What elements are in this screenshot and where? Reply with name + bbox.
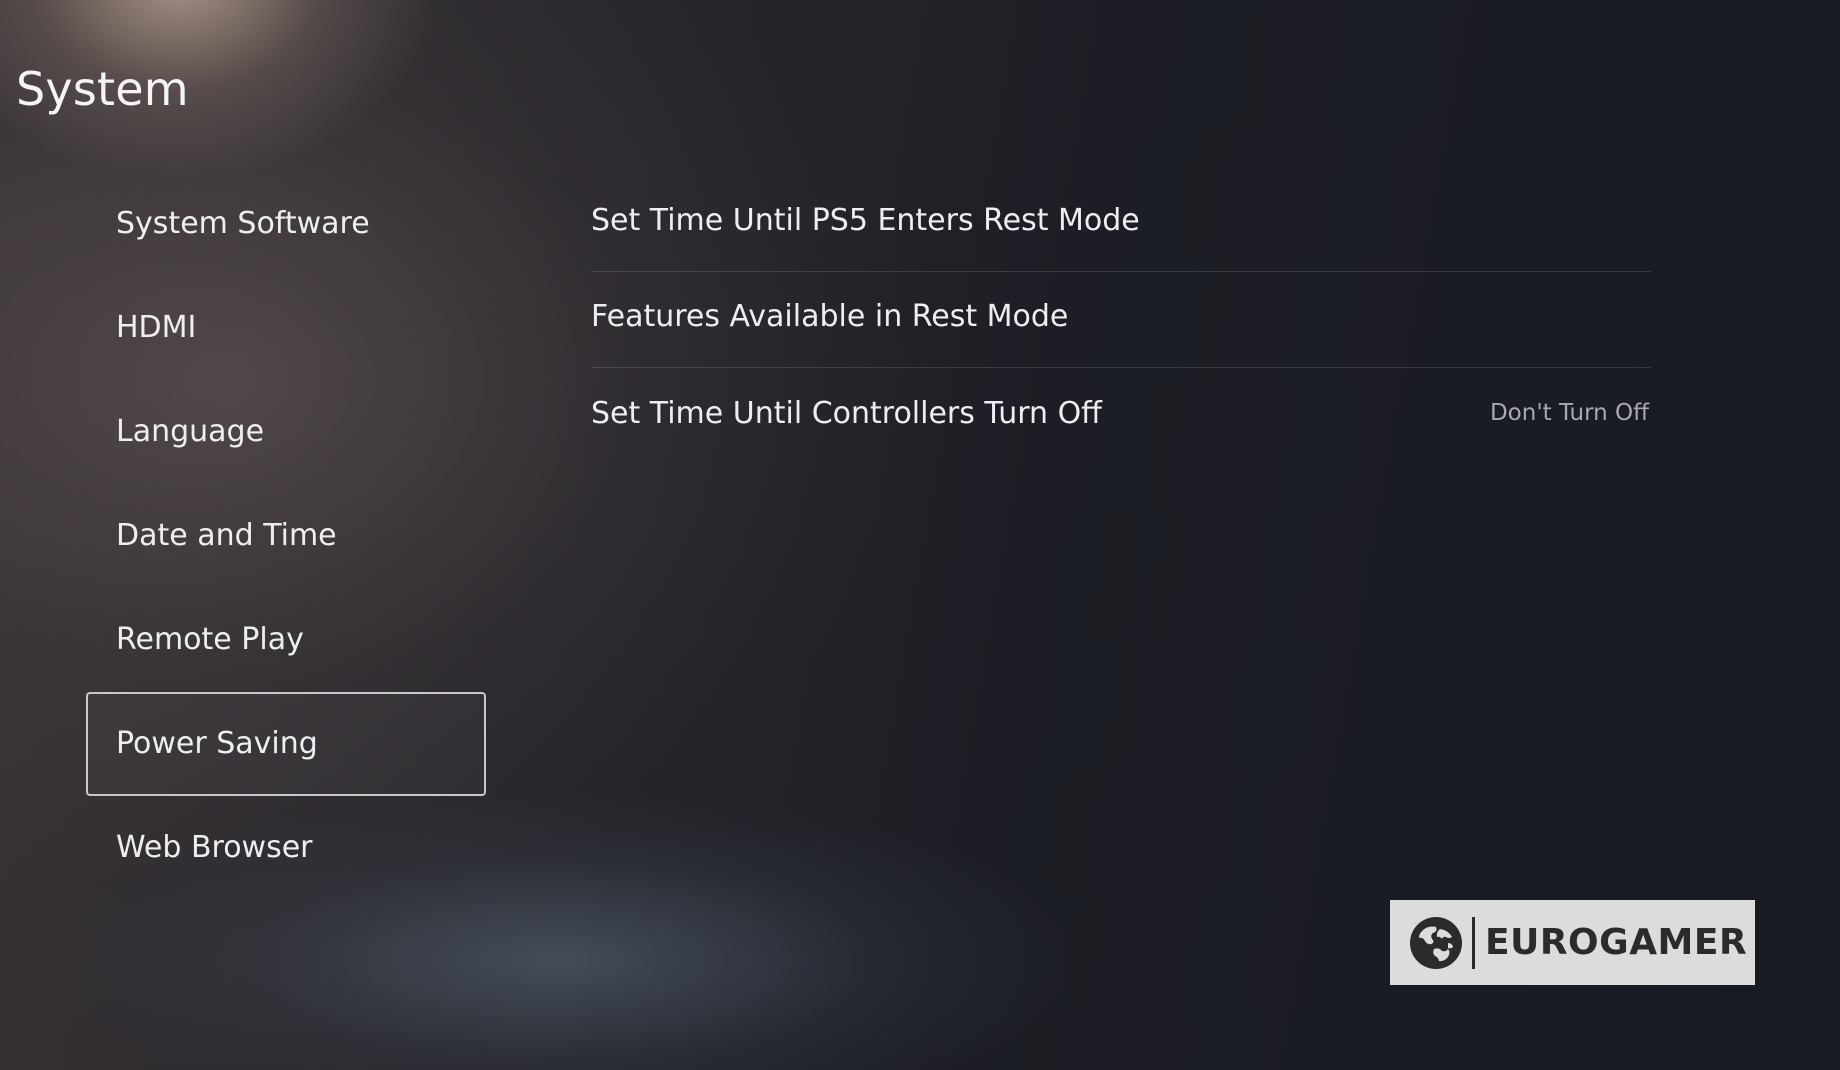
page-title: System	[16, 62, 189, 116]
sidebar-item-web-browser[interactable]: Web Browser	[86, 796, 486, 900]
setting-controllers-turn-off[interactable]: Set Time Until Controllers Turn Off Don'…	[591, 368, 1651, 464]
sidebar-item-language[interactable]: Language	[86, 380, 486, 484]
watermark-divider	[1472, 916, 1475, 969]
sidebar-item-hdmi[interactable]: HDMI	[86, 276, 486, 380]
setting-rest-mode-time[interactable]: Set Time Until PS5 Enters Rest Mode	[591, 176, 1651, 272]
setting-rest-mode-features[interactable]: Features Available in Rest Mode	[591, 272, 1651, 368]
sidebar-item-date-and-time[interactable]: Date and Time	[86, 484, 486, 588]
setting-value: Don't Turn Off	[1489, 400, 1649, 426]
watermark-text: EUROGAMER	[1485, 922, 1748, 963]
sidebar: System Software HDMI Language Date and T…	[86, 172, 486, 900]
sidebar-item-power-saving[interactable]: Power Saving	[86, 692, 486, 796]
setting-label: Features Available in Rest Mode	[591, 299, 1069, 334]
setting-label: Set Time Until Controllers Turn Off	[591, 395, 1102, 431]
sidebar-item-remote-play[interactable]: Remote Play	[86, 588, 486, 692]
setting-label: Set Time Until PS5 Enters Rest Mode	[591, 203, 1140, 238]
sidebar-item-system-software[interactable]: System Software	[86, 172, 486, 276]
globe-icon	[1410, 916, 1462, 969]
settings-list: Set Time Until PS5 Enters Rest Mode Feat…	[591, 176, 1651, 464]
eurogamer-watermark: EUROGAMER	[1390, 900, 1755, 985]
